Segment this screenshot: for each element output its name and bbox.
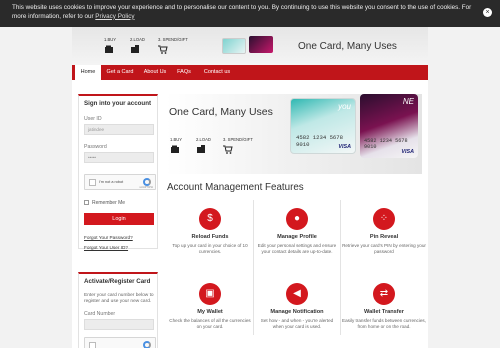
cart-icon <box>158 45 168 54</box>
login-panel: Sign into your account User ID jatindee … <box>78 94 158 250</box>
step-buy: 1.BUY <box>170 137 182 154</box>
feature-desc: Set how - and when - you're alerted when… <box>260 318 334 329</box>
step-label: 1.BUY <box>104 37 117 42</box>
step-spend: 3. SPEND/GIFT <box>223 137 253 154</box>
feature-wallet-transfer[interactable]: ⇄ Wallet Transfer Easily transfer funds … <box>342 283 426 330</box>
register-description: Enter your card number below to register… <box>84 293 154 305</box>
megaphone-icon: ◀ <box>286 283 308 305</box>
feature-title: Wallet Transfer <box>364 309 404 315</box>
wallet-icon <box>105 45 113 53</box>
feature-title: Pin Reveal <box>369 234 399 240</box>
features-title: Account Management Features <box>167 182 304 193</box>
feature-my-wallet[interactable]: ▣ My Wallet Check the balances of all th… <box>168 283 252 330</box>
privacy-policy-link[interactable]: Privacy Policy <box>95 13 134 20</box>
cookie-text: This website uses cookies to improve you… <box>12 4 472 20</box>
feature-desc: Retrieve your card's PIN by entering you… <box>342 243 426 254</box>
divider <box>340 200 341 335</box>
step-label: 3. SPEND/GIFT <box>158 37 188 42</box>
nav-get-a-card[interactable]: Get a Card <box>103 65 137 80</box>
wallet-icon <box>171 145 179 153</box>
currency-icon: $ <box>199 208 221 230</box>
card-ne: NE 4582 1234 5678 9010 VISA <box>360 94 418 158</box>
password-label: Password <box>84 144 107 150</box>
step-label: 1.BUY <box>170 137 183 142</box>
wallet-icon: ▣ <box>199 283 221 305</box>
remember-me[interactable]: Remember Me <box>84 200 125 206</box>
card-image <box>222 38 246 54</box>
captcha-checkbox[interactable] <box>89 179 96 186</box>
feature-desc: Check the balances of all the currencies… <box>169 318 251 329</box>
banner-tagline: One Card, Many Uses <box>169 106 273 118</box>
step-label: 2.LOAD <box>196 137 211 142</box>
user-icon: ● <box>286 208 308 230</box>
feature-desc: Easily transfer funds between currencies… <box>342 318 427 329</box>
feature-title: My Wallet <box>197 309 223 315</box>
register-title: Activate/Register Card <box>84 278 151 285</box>
card-you: you 4582 1234 5678 9010 VISA <box>290 98 356 154</box>
page-content: Sign into your account User ID jatindee … <box>72 80 428 348</box>
forgot-password-link[interactable]: Forgot Your Password? <box>84 235 133 240</box>
nav-faqs[interactable]: FAQs <box>173 65 195 80</box>
header-banner: 1.BUY 2.LOAD 3. SPEND/GIFT One Card, Man… <box>72 27 428 65</box>
main-nav: Home Get a Card About Us FAQs Contact us <box>72 65 428 80</box>
step-label: 3. SPEND/GIFT <box>223 137 253 142</box>
nav-home[interactable]: Home <box>75 65 101 80</box>
recaptcha-icon <box>143 178 151 186</box>
recaptcha-brand: reCAPTCHA <box>139 186 153 189</box>
feature-manage-profile[interactable]: ● Manage Profile Edit your personal sett… <box>255 208 339 255</box>
user-id-label: User ID <box>84 116 102 122</box>
card-load-icon <box>131 45 139 53</box>
cart-icon <box>223 145 233 154</box>
remember-checkbox[interactable] <box>84 200 89 206</box>
step-load: 2.LOAD <box>196 137 211 154</box>
card-image <box>249 36 273 53</box>
nav-contact-us[interactable]: Contact us <box>200 65 234 80</box>
visa-logo: VISA <box>338 144 351 150</box>
close-icon[interactable]: × <box>483 8 492 17</box>
card-logo: NE <box>402 97 414 106</box>
feature-desc: Top up your card in your choice of 10 cu… <box>172 243 248 254</box>
login-button[interactable]: Login <box>84 213 154 225</box>
remember-label: Remember Me <box>92 200 126 206</box>
feature-title: Manage Notification <box>270 309 324 315</box>
step-load: 2.LOAD <box>130 37 145 54</box>
cookie-banner: This website uses cookies to improve you… <box>0 0 500 27</box>
recaptcha-widget[interactable]: I'm not a robot reCAPTCHA <box>84 174 156 190</box>
transfer-icon: ⇄ <box>373 283 395 305</box>
step-label: 2.LOAD <box>130 37 145 42</box>
feature-reload-funds[interactable]: $ Reload Funds Top up your card in your … <box>168 208 252 255</box>
step-buy: 1.BUY <box>104 37 116 54</box>
card-logo: you <box>338 102 351 111</box>
nav-about-us[interactable]: About Us <box>140 65 170 80</box>
feature-title: Manage Profile <box>277 234 317 240</box>
captcha-checkbox[interactable] <box>89 342 96 348</box>
feature-title: Reload Funds <box>191 234 229 240</box>
keypad-icon: ⁘ <box>373 208 395 230</box>
captcha-text: I'm not a robot <box>99 180 124 184</box>
visa-logo: VISA <box>401 149 414 155</box>
register-panel: Activate/Register Card Enter your card n… <box>78 272 158 348</box>
header-tagline: One Card, Many Uses <box>298 41 397 52</box>
login-title: Sign into your account <box>84 100 152 107</box>
promo-banner: One Card, Many Uses 1.BUY 2.LOAD 3. SPEN… <box>166 94 422 174</box>
card-load-icon <box>197 145 205 153</box>
card-number-label: Card Number <box>84 311 116 317</box>
feature-pin-reveal[interactable]: ⁘ Pin Reveal Retrieve your card's PIN by… <box>342 208 426 255</box>
feature-manage-notification[interactable]: ◀ Manage Notification Set how - and when… <box>255 283 339 330</box>
forgot-user-id-link[interactable]: Forgot Your User ID? <box>84 245 128 250</box>
divider <box>253 200 254 335</box>
feature-desc: Edit your personal settings and ensure y… <box>257 243 337 254</box>
card-number-input[interactable] <box>84 319 154 330</box>
password-input[interactable]: ••••• <box>84 152 154 163</box>
user-id-input[interactable]: jatindee <box>84 124 154 135</box>
step-spend: 3. SPEND/GIFT <box>158 37 188 54</box>
recaptcha-widget[interactable] <box>84 337 156 348</box>
recaptcha-icon <box>143 341 151 348</box>
